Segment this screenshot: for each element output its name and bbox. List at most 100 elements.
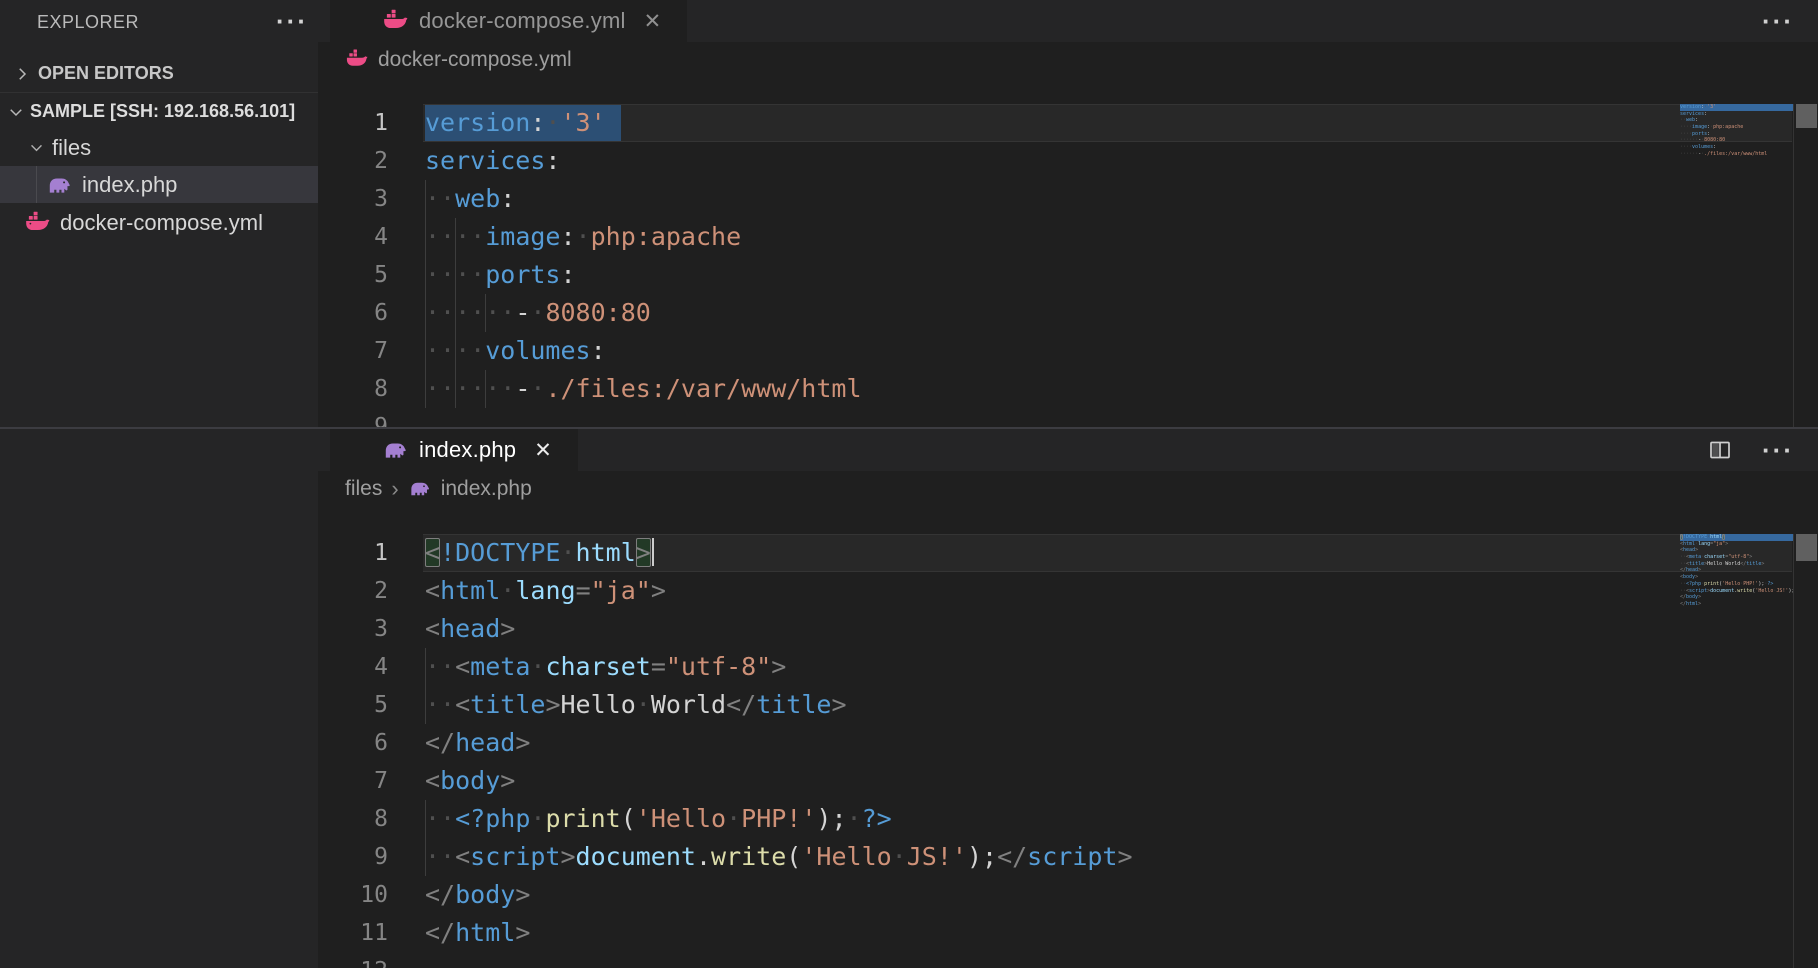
line-content[interactable]: ······-·8080:80: [425, 294, 1818, 332]
code-token: 'Hello: [801, 842, 891, 871]
line-content[interactable]: ··<script>document.write('Hello·JS!');</…: [425, 838, 1818, 876]
code-line[interactable]: 4 ····image:·php:apache: [318, 218, 1818, 256]
line-number[interactable]: 1: [318, 534, 388, 572]
breadcrumb-item[interactable]: files: [345, 477, 382, 501]
line-content[interactable]: </head>: [425, 724, 1818, 762]
more-actions-icon[interactable]: ···: [1762, 6, 1794, 37]
line-number[interactable]: 3: [318, 610, 388, 648]
more-actions-icon[interactable]: ···: [1762, 435, 1794, 466]
line-content[interactable]: <html·lang="ja">: [425, 572, 1818, 610]
line-number[interactable]: 6: [318, 294, 388, 332]
breadcrumb-item[interactable]: docker-compose.yml: [378, 48, 572, 72]
line-content[interactable]: services:: [425, 142, 1818, 180]
line-content[interactable]: </html>: [425, 914, 1818, 952]
code-token: ··: [425, 652, 455, 681]
line-number[interactable]: 7: [318, 762, 388, 800]
line-content[interactable]: ····volumes:: [425, 332, 1818, 370]
line-number[interactable]: 9: [318, 408, 388, 427]
line-content[interactable]: <!DOCTYPE·html>: [425, 534, 1818, 572]
line-number[interactable]: 1: [318, 104, 388, 142]
code-line[interactable]: 5 ····ports:: [318, 256, 1818, 294]
line-content[interactable]: version:·'3': [425, 104, 1818, 142]
close-icon[interactable]: ✕: [534, 438, 552, 463]
line-number[interactable]: 6: [318, 724, 388, 762]
line-number[interactable]: 8: [318, 370, 388, 408]
code-token: </: [425, 880, 455, 909]
line-content[interactable]: ··<title>Hello·World</title>: [425, 686, 1818, 724]
line-number[interactable]: 11: [318, 914, 388, 952]
code-token: :: [560, 222, 575, 251]
code-line[interactable]: 12: [318, 952, 1818, 968]
code-line[interactable]: 3 <head>: [318, 610, 1818, 648]
minimap[interactable]: version:·'3'services:··web:····image:·ph…: [1680, 104, 1793, 164]
code-line[interactable]: 6 </head>: [318, 724, 1818, 762]
line-content[interactable]: </body>: [425, 876, 1818, 914]
line-number[interactable]: 9: [318, 838, 388, 876]
code-line[interactable]: 2 <html·lang="ja">: [318, 572, 1818, 610]
code-line[interactable]: 4 ··<meta·charset="utf-8">: [318, 648, 1818, 686]
code-line[interactable]: 6 ······-·8080:80: [318, 294, 1818, 332]
line-number[interactable]: 7: [318, 332, 388, 370]
line-content[interactable]: <body>: [425, 762, 1818, 800]
line-content[interactable]: ····ports:: [425, 256, 1818, 294]
code-line[interactable]: 3 ··web:: [318, 180, 1818, 218]
code-token: ·: [500, 576, 515, 605]
chevron-down-icon: [6, 102, 26, 122]
sidebar-item-files-folder[interactable]: files: [0, 129, 318, 166]
code-line[interactable]: 2 services:: [318, 142, 1818, 180]
editor-actions: ···: [1708, 429, 1794, 471]
explorer-more-actions-icon[interactable]: ···: [276, 6, 308, 37]
scrollbar-thumb[interactable]: [1796, 104, 1817, 128]
line-number[interactable]: 10: [318, 876, 388, 914]
code-token: ··: [425, 804, 455, 833]
code-token: ·: [530, 804, 545, 833]
line-number[interactable]: 3: [318, 180, 388, 218]
split-editor-icon[interactable]: [1708, 438, 1732, 462]
workspace-section[interactable]: SAMPLE [SSH: 192.168.56.101]: [0, 92, 318, 130]
line-content[interactable]: <head>: [425, 610, 1818, 648]
breadcrumb-item[interactable]: index.php: [441, 477, 532, 501]
line-number[interactable]: 5: [318, 256, 388, 294]
line-content[interactable]: ······-·./files:/var/www/html: [425, 370, 1818, 408]
code-line[interactable]: 8 ······-·./files:/var/www/html: [318, 370, 1818, 408]
line-content[interactable]: ····image:·php:apache: [425, 218, 1818, 256]
line-number[interactable]: 2: [318, 572, 388, 610]
close-icon[interactable]: ✕: [644, 9, 662, 34]
line-number[interactable]: 4: [318, 648, 388, 686]
sidebar-item-index-php[interactable]: index.php: [0, 166, 318, 203]
code-line[interactable]: 7 ····volumes:: [318, 332, 1818, 370]
line-number[interactable]: 8: [318, 800, 388, 838]
code-line[interactable]: 1 <!DOCTYPE·html>: [318, 534, 1818, 572]
code-line[interactable]: 10 </body>: [318, 876, 1818, 914]
editor-split-sash[interactable]: [0, 427, 1818, 429]
code-line[interactable]: 11 </html>: [318, 914, 1818, 952]
line-content[interactable]: ··web:: [425, 180, 1818, 218]
code-editor-php[interactable]: <!DOCTYPE·html><html·lang="ja"><head>··<…: [318, 534, 1818, 968]
code-token: Hello: [561, 690, 636, 719]
code-token: >: [545, 690, 560, 719]
scrollbar-thumb[interactable]: [1796, 534, 1817, 561]
line-content[interactable]: [425, 952, 1818, 968]
code-token: :: [545, 146, 560, 175]
tab-docker-compose[interactable]: docker-compose.yml ✕: [330, 0, 687, 42]
code-line[interactable]: 9: [318, 408, 1818, 427]
line-content[interactable]: ··<meta·charset="utf-8">: [425, 648, 1818, 686]
open-editors-section[interactable]: OPEN EDITORS: [0, 55, 318, 92]
tab-index-php[interactable]: index.php ✕: [330, 429, 578, 471]
minimap[interactable]: <!DOCTYPE·html><html·lang="ja"><head>··<…: [1680, 534, 1793, 614]
code-line[interactable]: 8 ··<?php·print('Hello·PHP!');·?>: [318, 800, 1818, 838]
sidebar-item-docker-compose[interactable]: docker-compose.yml: [0, 204, 318, 241]
code-token: >: [500, 766, 515, 795]
line-content[interactable]: [425, 408, 1818, 427]
code-line[interactable]: 5 ··<title>Hello·World</title>: [318, 686, 1818, 724]
code-token: >: [515, 918, 530, 947]
code-line[interactable]: 7 <body>: [318, 762, 1818, 800]
line-number[interactable]: 2: [318, 142, 388, 180]
line-number[interactable]: 4: [318, 218, 388, 256]
code-line[interactable]: 9 ··<script>document.write('Hello·JS!');<…: [318, 838, 1818, 876]
code-editor-yaml[interactable]: version:·'3'services:··web:····image:·ph…: [318, 104, 1818, 427]
line-content[interactable]: ··<?php·print('Hello·PHP!');·?>: [425, 800, 1818, 838]
line-number[interactable]: 12: [318, 952, 388, 968]
code-line[interactable]: 1 version:·'3': [318, 104, 1818, 142]
line-number[interactable]: 5: [318, 686, 388, 724]
